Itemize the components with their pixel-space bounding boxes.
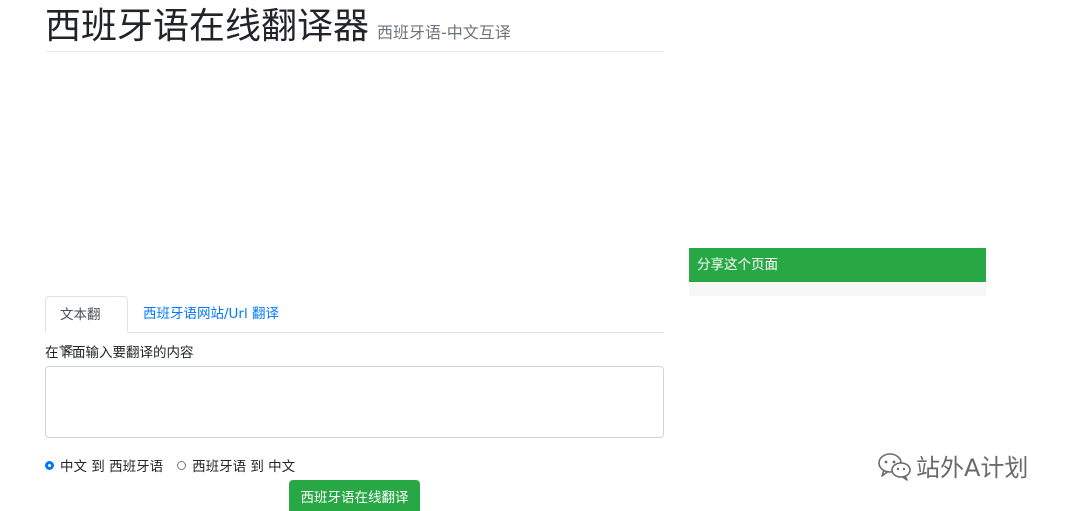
page-title: 西班牙语在线翻译器: [45, 6, 370, 47]
page-header: 西班牙语在线翻译器 西班牙语-中文互译: [45, 4, 664, 52]
tab-url-translation[interactable]: 西班牙语网站/Url 翻译: [129, 296, 293, 333]
watermark: 站外A计划: [876, 448, 1028, 483]
wechat-icon: [878, 452, 911, 481]
text-input[interactable]: [45, 366, 664, 438]
translate-button[interactable]: 西班牙语在线翻译: [289, 480, 420, 511]
radio-label-zh-to-es: 中文 到 西班牙语: [60, 459, 164, 475]
radio-checked-icon[interactable]: [45, 460, 54, 470]
page-subtitle: 西班牙语-中文互译: [377, 23, 511, 42]
tab-text-translation[interactable]: 文本翻译: [45, 296, 128, 360]
share-card-header: 分享这个页面: [689, 248, 986, 282]
input-label: 在下面输入要翻译的内容: [45, 345, 194, 361]
radio-zh-to-es[interactable]: 中文 到 西班牙语: [45, 455, 163, 475]
radio-es-to-zh[interactable]: 西班牙语 到 中文: [177, 455, 295, 475]
radio-label-es-to-zh: 西班牙语 到 中文: [192, 459, 296, 475]
radio-unchecked-icon[interactable]: [177, 460, 187, 470]
watermark-text: 站外A计划: [916, 454, 1029, 482]
share-card-body: [689, 282, 986, 296]
share-card: 分享这个页面: [689, 248, 986, 296]
direction-radio-group: 中文 到 西班牙语 西班牙语 到 中文: [45, 455, 309, 475]
translation-tabs: 文本翻译 西班牙语网站/Url 翻译: [45, 296, 664, 360]
